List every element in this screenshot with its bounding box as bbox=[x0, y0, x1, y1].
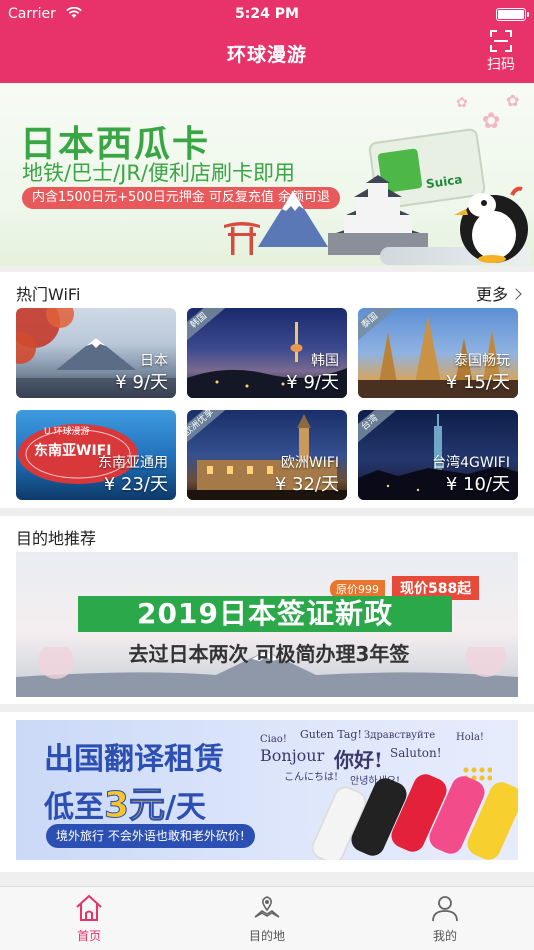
price-value: 3元 bbox=[103, 785, 166, 827]
wifi-tile-korea[interactable]: 韩国 韩国 ¥ 9/天 bbox=[187, 308, 347, 398]
tile-price: ¥ 32/天 bbox=[274, 474, 339, 495]
tile-price: ¥ 9/天 bbox=[286, 372, 339, 393]
scan-label: 扫码 bbox=[487, 57, 515, 73]
wifi-tile-southeast-asia[interactable]: U 环球漫游 东南亚WIFI 东南亚通用 ¥ 23/天 bbox=[16, 410, 176, 500]
visa-subtitle: 去过日本两次 可极简办理3年签 bbox=[128, 642, 410, 666]
greeting-text: Bonjour bbox=[260, 746, 325, 765]
more-label: 更多 bbox=[475, 285, 508, 304]
wifi-tile-japan[interactable]: 日本 ¥ 9/天 bbox=[16, 308, 176, 398]
tile-name: 日本 bbox=[140, 353, 168, 369]
user-icon bbox=[432, 896, 458, 922]
tab-destination[interactable]: 目的地 bbox=[207, 893, 327, 944]
greeting-text: Ciao! bbox=[260, 734, 287, 745]
tile-price: ¥ 23/天 bbox=[103, 474, 168, 495]
battery-icon bbox=[496, 8, 529, 21]
status-bar: Carrier 5:24 PM bbox=[0, 4, 534, 24]
tile-price: ¥ 15/天 bbox=[445, 372, 510, 393]
tab-label: 首页 bbox=[76, 929, 101, 943]
cherry-blossom-icon: ✿ bbox=[506, 91, 520, 110]
hot-wifi-section: 热门WiFi 更多 日本 ¥ 9/天 韩国 韩国 ¥ 9/天 泰国 泰国畅玩 ¥… bbox=[0, 272, 534, 508]
translator-title: 出国翻译租赁 bbox=[44, 742, 224, 777]
greeting-text: こんにちは! bbox=[284, 772, 339, 783]
greeting-text: Здравствуйте bbox=[364, 730, 436, 741]
app-header: Carrier 5:24 PM 环球漫游 扫码 bbox=[0, 0, 534, 83]
tab-label: 我的 bbox=[432, 929, 457, 943]
chevron-right-icon bbox=[510, 288, 522, 300]
torii-gate-icon bbox=[224, 222, 260, 255]
greeting-text: 你好! bbox=[334, 748, 383, 772]
tile-name: 韩国 bbox=[311, 353, 339, 369]
tile-price: ¥ 10/天 bbox=[445, 474, 510, 495]
greeting-text: Guten Tag! bbox=[300, 728, 362, 741]
greeting-text: Hola! bbox=[456, 732, 484, 743]
hot-wifi-heading: 热门WiFi bbox=[16, 285, 81, 304]
translator-price: 低至3元/天 bbox=[44, 776, 206, 828]
tile-name: 泰国畅玩 bbox=[454, 353, 510, 369]
tab-profile[interactable]: 我的 bbox=[385, 893, 505, 944]
banner-subtitle: 地铁/巴士/JR/便利店刷卡即用 bbox=[22, 161, 296, 185]
tile-name: 台湾4GWIFI bbox=[432, 455, 510, 471]
wifi-tile-taiwan[interactable]: 台湾 台湾4GWIFI ¥ 10/天 bbox=[358, 410, 518, 500]
scan-button[interactable]: 扫码 bbox=[478, 30, 524, 74]
status-time: 5:24 PM bbox=[235, 6, 299, 22]
suica-penguin-icon bbox=[454, 186, 528, 263]
japanese-castle-icon bbox=[328, 175, 428, 255]
bottom-tab-bar: 首页 目的地 我的 bbox=[0, 886, 534, 950]
translator-rental-banner[interactable]: 出国翻译租赁 低至3元/天 境外旅行 不会外语也敢和老外砍价! Ciao! Gu… bbox=[16, 720, 518, 860]
price-prefix: 低至 bbox=[44, 790, 104, 825]
page-title: 环球漫游 bbox=[226, 44, 307, 66]
wifi-tile-thailand[interactable]: 泰国 泰国畅玩 ¥ 15/天 bbox=[358, 308, 518, 398]
tile-name: 东南亚通用 bbox=[98, 455, 168, 471]
translator-slogan: 境外旅行 不会外语也敢和老外砍价! bbox=[46, 824, 255, 848]
japan-visa-banner[interactable]: 原价999 现价588起 2019日本签证新政 去过日本两次 可极简办理3年签 bbox=[16, 552, 518, 697]
destination-heading: 目的地推荐 bbox=[16, 529, 97, 548]
map-book-icon bbox=[254, 896, 280, 918]
greeting-text: Saluton! bbox=[390, 746, 442, 760]
home-icon bbox=[76, 894, 102, 921]
cherry-blossom-icon: ✿ bbox=[482, 109, 501, 134]
suica-card-banner[interactable]: ✿ ✿ ✿ 日本西瓜卡 地铁/巴士/JR/便利店刷卡即用 内含1500日元+50… bbox=[0, 83, 534, 266]
translator-section: 出国翻译租赁 低至3元/天 境外旅行 不会外语也敢和老外砍价! Ciao! Gu… bbox=[0, 712, 534, 872]
visa-title: 2019日本签证新政 bbox=[137, 597, 393, 630]
more-wifi-link[interactable]: 更多 bbox=[475, 281, 522, 305]
tile-price: ¥ 9/天 bbox=[115, 372, 168, 393]
scan-icon bbox=[490, 30, 512, 52]
price-suffix: /天 bbox=[165, 790, 207, 825]
cherry-blossom-icon: ✿ bbox=[456, 95, 468, 111]
tab-home[interactable]: 首页 bbox=[29, 893, 149, 944]
tile-brand-text: U 环球漫游 bbox=[44, 427, 90, 437]
tile-name: 欧洲WIFI bbox=[280, 455, 339, 471]
tab-label: 目的地 bbox=[248, 929, 285, 943]
destination-section: 目的地推荐 原价999 现价588起 2019日本签证新政 去过日本两次 可极简… bbox=[0, 516, 534, 704]
wifi-tile-europe[interactable]: 欧洲优享 欧洲WIFI ¥ 32/天 bbox=[187, 410, 347, 500]
